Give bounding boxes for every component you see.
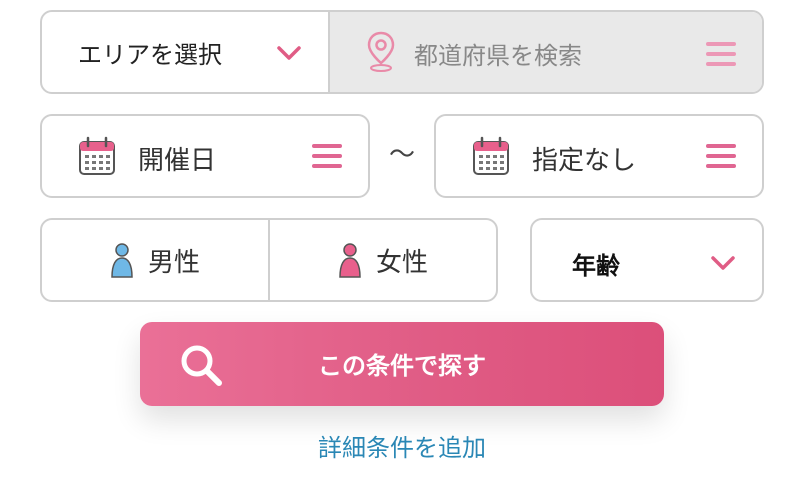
date-range-separator: ～ (388, 140, 415, 170)
gender-male-button[interactable]: 男性 (42, 220, 268, 300)
menu-icon (312, 144, 342, 168)
date-start-picker[interactable]: 開催日 (40, 114, 370, 198)
gender-toggle-group: 男性 女性 (40, 218, 498, 302)
date-end-picker[interactable]: 指定なし (434, 114, 764, 198)
area-select-dropdown[interactable]: エリアを選択 (42, 12, 330, 92)
search-submit-label: この条件で探す (318, 352, 486, 380)
calendar-icon (79, 136, 115, 175)
area-search-bar: エリアを選択 都道府県を検索 (40, 10, 764, 94)
date-start-label: 開催日 (138, 146, 217, 176)
map-pin-icon (367, 31, 395, 72)
gender-male-label: 男性 (147, 247, 200, 278)
gender-female-label: 女性 (375, 247, 428, 278)
chevron-down-icon (277, 46, 301, 60)
age-select-dropdown[interactable]: 年齢 (530, 218, 764, 302)
search-submit-button[interactable]: この条件で探す (140, 322, 664, 406)
male-person-icon (111, 243, 133, 278)
area-select-label: エリアを選択 (78, 40, 222, 69)
date-end-label: 指定なし (532, 146, 637, 176)
calendar-icon (473, 136, 509, 175)
add-detailed-conditions-link[interactable]: 詳細条件を追加 (0, 428, 804, 463)
menu-icon (706, 144, 736, 168)
gender-female-button[interactable]: 女性 (268, 220, 496, 300)
female-person-icon (339, 243, 361, 278)
chevron-down-icon (711, 256, 735, 270)
prefecture-search-placeholder: 都道府県を検索 (414, 42, 582, 70)
age-select-label: 年齢 (572, 252, 620, 280)
prefecture-search-input[interactable]: 都道府県を検索 (330, 12, 762, 92)
menu-icon[interactable] (706, 42, 736, 66)
